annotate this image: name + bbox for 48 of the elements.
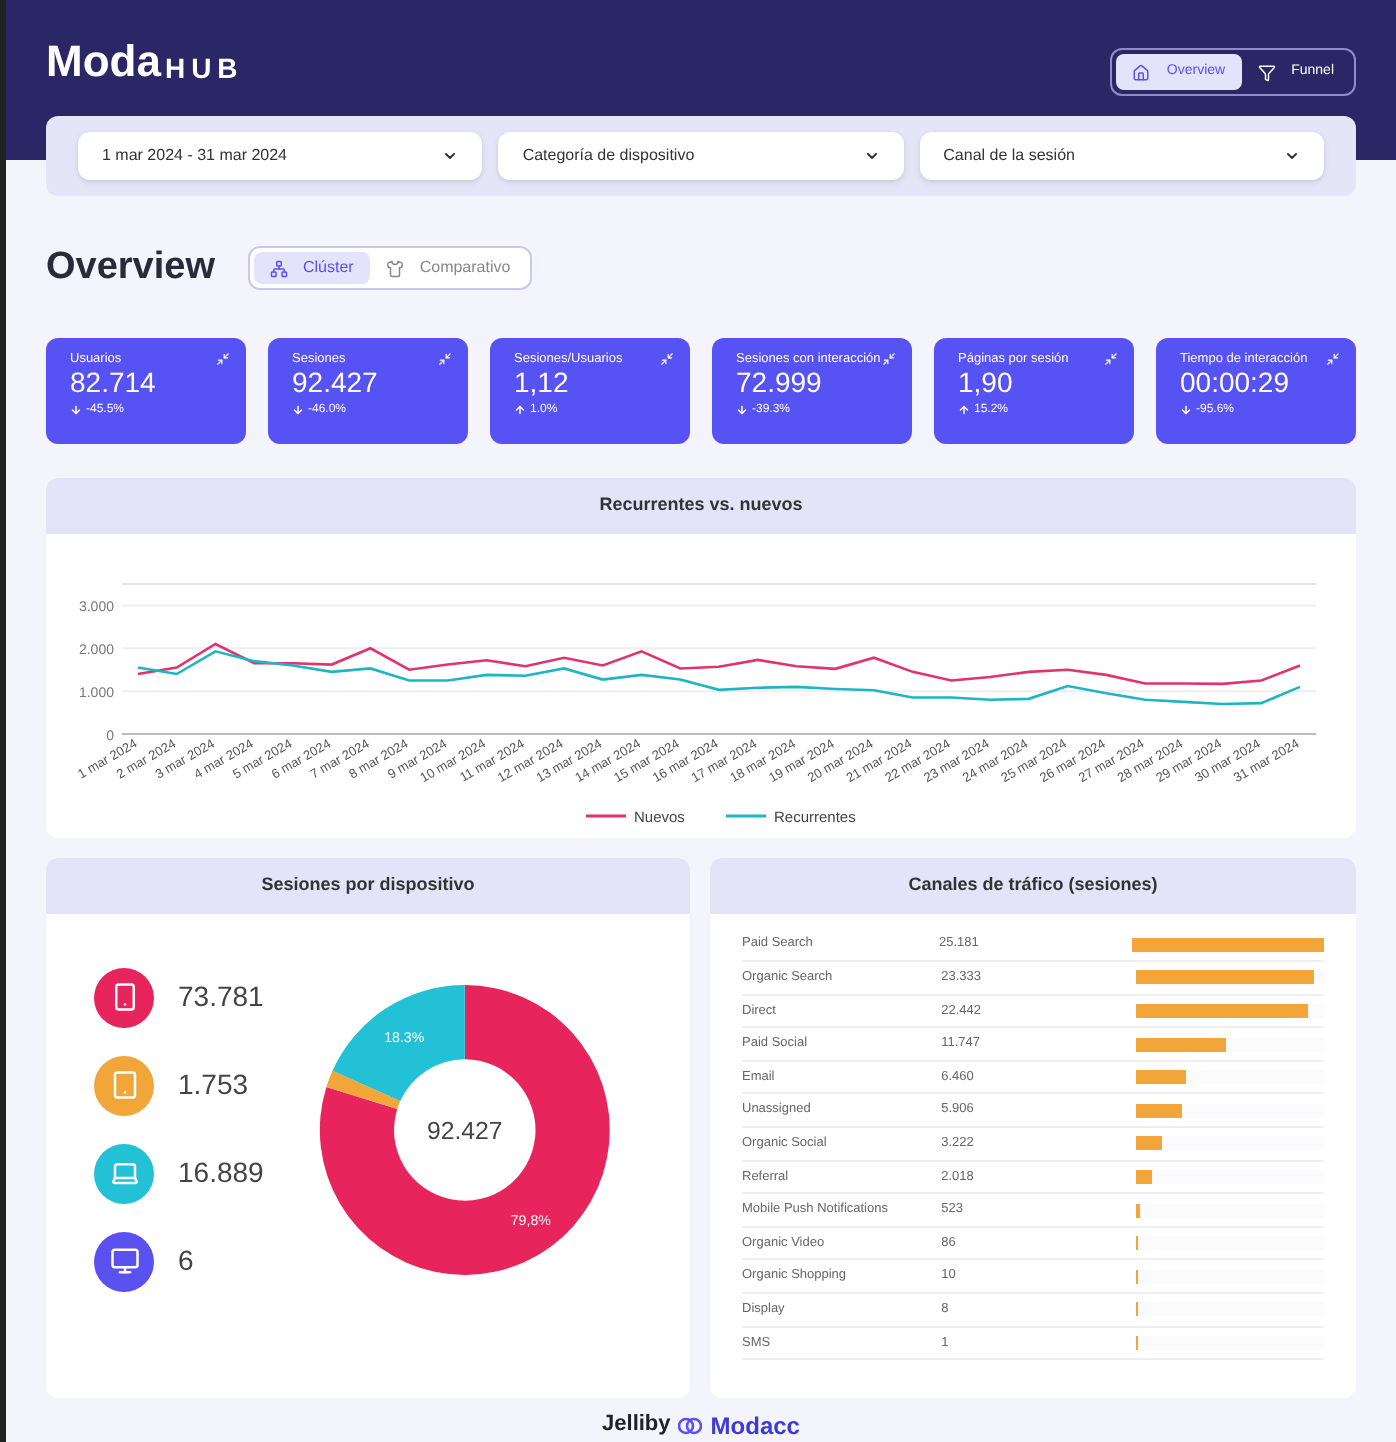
kpi-value: 00:00:29 <box>1180 366 1291 401</box>
collapse-icon <box>1326 351 1340 365</box>
kpi-value: 1,90 <box>958 366 1015 401</box>
filter-dropdown[interactable]: 1 mar 2024 - 31 mar 2024 <box>78 132 483 180</box>
collapse-icon <box>216 351 230 365</box>
view-tab[interactable]: Clúster <box>253 252 370 285</box>
logo-wordmark: Moda <box>46 40 161 84</box>
tablet-icon <box>109 1070 139 1100</box>
kpi-value: 1,12 <box>514 366 571 401</box>
card-title: Sesiones por dispositivo <box>261 871 475 898</box>
collapse-icon <box>660 351 674 365</box>
collapse-icon <box>438 351 452 365</box>
network-icon <box>269 259 287 278</box>
home-icon <box>1132 63 1151 81</box>
device-count: 6 <box>178 1242 194 1280</box>
laptop-icon <box>109 1158 139 1188</box>
footer-partner-logo: Modacc <box>710 1409 800 1442</box>
filter-dropdown[interactable]: Canal de la sesión <box>919 132 1324 180</box>
device-count: 1.753 <box>178 1066 249 1104</box>
arrow-down-icon <box>292 404 304 416</box>
footer-brand: Jelliby <box>602 1410 671 1441</box>
donut-total: 92.427 <box>427 1115 504 1144</box>
device-count: 73.781 <box>178 978 264 1016</box>
arrow-up-icon <box>958 404 970 416</box>
kpi-value: 82.714 <box>70 366 158 401</box>
logo-suffix: HUB <box>164 54 244 82</box>
caret-icon <box>1283 148 1300 164</box>
view-tab[interactable]: Comparativo <box>369 252 527 285</box>
filter-dropdown[interactable]: Categoría de dispositivo <box>498 132 904 180</box>
link-logo-icon <box>678 1415 703 1435</box>
funnel-icon <box>1257 63 1276 81</box>
phone-icon <box>109 982 139 1012</box>
arrow-up-icon <box>514 404 526 416</box>
arrow-down-icon <box>1180 404 1192 416</box>
arrow-down-icon <box>70 404 82 416</box>
device-count: 16.889 <box>178 1154 264 1192</box>
card-title: Recurrentes vs. nuevos <box>599 491 803 518</box>
caret-icon <box>863 148 880 164</box>
desktop-icon <box>109 1246 139 1276</box>
kpi-value: 92.427 <box>292 366 380 401</box>
shirt-icon <box>385 259 404 278</box>
arrow-down-icon <box>736 404 748 416</box>
card-title: Canales de tráfico (sesiones) <box>908 871 1158 898</box>
collapse-icon <box>1104 351 1118 365</box>
kpi-value: 72.999 <box>736 366 824 401</box>
caret-icon <box>442 148 459 164</box>
page-title: Overview <box>46 244 215 292</box>
collapse-icon <box>882 351 896 365</box>
